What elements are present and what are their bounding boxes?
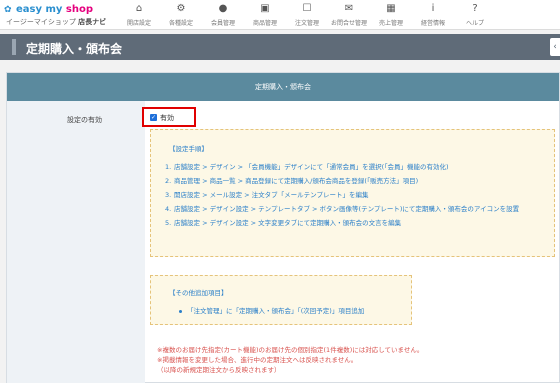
extra-items-box: 【その他追加項目】 「注文管理」に「定期購入・頒布会」「(次回予定)」項目追加 <box>150 275 412 325</box>
nav-item-help[interactable]: ? ヘルプ <box>454 0 496 30</box>
calculator-icon: ▦ <box>386 3 396 14</box>
help-icon: ? <box>472 3 478 14</box>
list-item: 1. 店舗設定 > デザイン > 「会員機能」デザインにて「通常会員」を選択(「会… <box>165 163 449 171</box>
bullet-icon <box>179 309 182 313</box>
nav-item-orders[interactable]: ☐ 注文管理 <box>286 0 328 30</box>
list-item: 5. 店舗設定 > デザイン設定 > 文字変更タブにて定期購入・頒布会の文言を編集 <box>165 219 402 227</box>
list-item: 2. 商品管理 > 商品一覧 > 商品登録にて定期購入/頒布会商品を登録(「販売方… <box>165 177 419 185</box>
nav-item-products[interactable]: ▣ 商品管理 <box>244 0 286 30</box>
page-title-bar: 定期購入・頒布会 ‹ <box>0 34 560 60</box>
gear-icon: ⚙ <box>176 3 186 14</box>
home-icon: ⌂ <box>135 3 143 14</box>
list-item: 3. 開店設定 > メール設定 > 注文タブ「メールテンプレート」を編集 <box>165 191 369 199</box>
note-text: ※掲載情報を変更した場合、進行中の定期注文へは反映されません。 <box>157 356 358 364</box>
nav-item-shop-setup[interactable]: ⌂ 開店設定 <box>118 0 160 30</box>
enable-checkbox-label[interactable]: 有効 <box>160 113 174 123</box>
nav-item-business-info[interactable]: i 経営情報 <box>412 0 454 30</box>
logo[interactable]: ✿ easy my shop イージーマイショップ 店長ナビ <box>4 3 114 27</box>
title-accent <box>12 39 16 55</box>
notes: ※複数のお届け先指定(カート機能)のお届け先の個別指定(1件複数)には対応してい… <box>157 345 487 375</box>
note-text: ※複数のお届け先指定(カート機能)のお届け先の個別指定(1件複数)には対応してい… <box>157 346 424 354</box>
panel-heading: 定期購入・頒布会 <box>7 73 559 101</box>
list-item: 4. 店舗設定 > デザイン設定 > テンプレートタブ > ボタン画像等(テンプレ… <box>165 205 520 213</box>
logo-subtitle: イージーマイショップ 店長ナビ <box>6 18 107 26</box>
setup-steps: 1. 店舗設定 > デザイン > 「会員機能」デザインにて「通常会員」を選択(「会… <box>165 162 545 232</box>
setup-guide-title: 【設定手順】 <box>169 145 208 153</box>
field-label-enable: 設定の有効 <box>67 116 102 124</box>
nav-item-members[interactable]: ● 会員管理 <box>202 0 244 30</box>
logo-mark-icon: ✿ <box>4 5 12 15</box>
mail-icon: ✉ <box>344 3 354 14</box>
nav-item-sales[interactable]: ▦ 売上管理 <box>370 0 412 30</box>
setup-guide-box: 【設定手順】 1. 店舗設定 > デザイン > 「会員機能」デザインにて「通常会員… <box>150 129 555 257</box>
settings-panel: 定期購入・頒布会 設定の有効 ✓ 有効 【設定手順】 1. 店舗設定 > デザイン… <box>6 72 560 383</box>
order-icon: ☐ <box>302 3 312 14</box>
collapse-tab-icon[interactable]: ‹ <box>550 38 560 56</box>
user-icon: ● <box>218 3 228 14</box>
info-icon: i <box>431 3 435 14</box>
enable-checkbox-highlight[interactable]: ✓ 有効 <box>142 107 196 127</box>
top-bar: ✿ easy my shop イージーマイショップ 店長ナビ ⌂ 開店設定 ⚙ … <box>0 0 560 30</box>
list-item: 「注文管理」に「定期購入・頒布会」「(次回予定)」項目追加 <box>179 305 364 315</box>
box-icon: ▣ <box>260 3 270 14</box>
note-text: （以降の新規定期注文から反映されます） <box>157 366 281 374</box>
nav-item-inquiries[interactable]: ✉ お問合せ管理 <box>328 0 370 30</box>
logo-text: easy my shop <box>16 4 94 15</box>
main-nav: ⌂ 開店設定 ⚙ 各種設定 ● 会員管理 ▣ 商品管理 ☐ 注文管理 ✉ お問合… <box>118 0 496 30</box>
page-title: 定期購入・頒布会 <box>26 42 123 56</box>
extra-items-title: 【その他追加項目】 <box>169 289 228 297</box>
enable-checkbox[interactable]: ✓ <box>150 114 157 121</box>
label-column <box>7 101 145 383</box>
nav-item-settings[interactable]: ⚙ 各種設定 <box>160 0 202 30</box>
